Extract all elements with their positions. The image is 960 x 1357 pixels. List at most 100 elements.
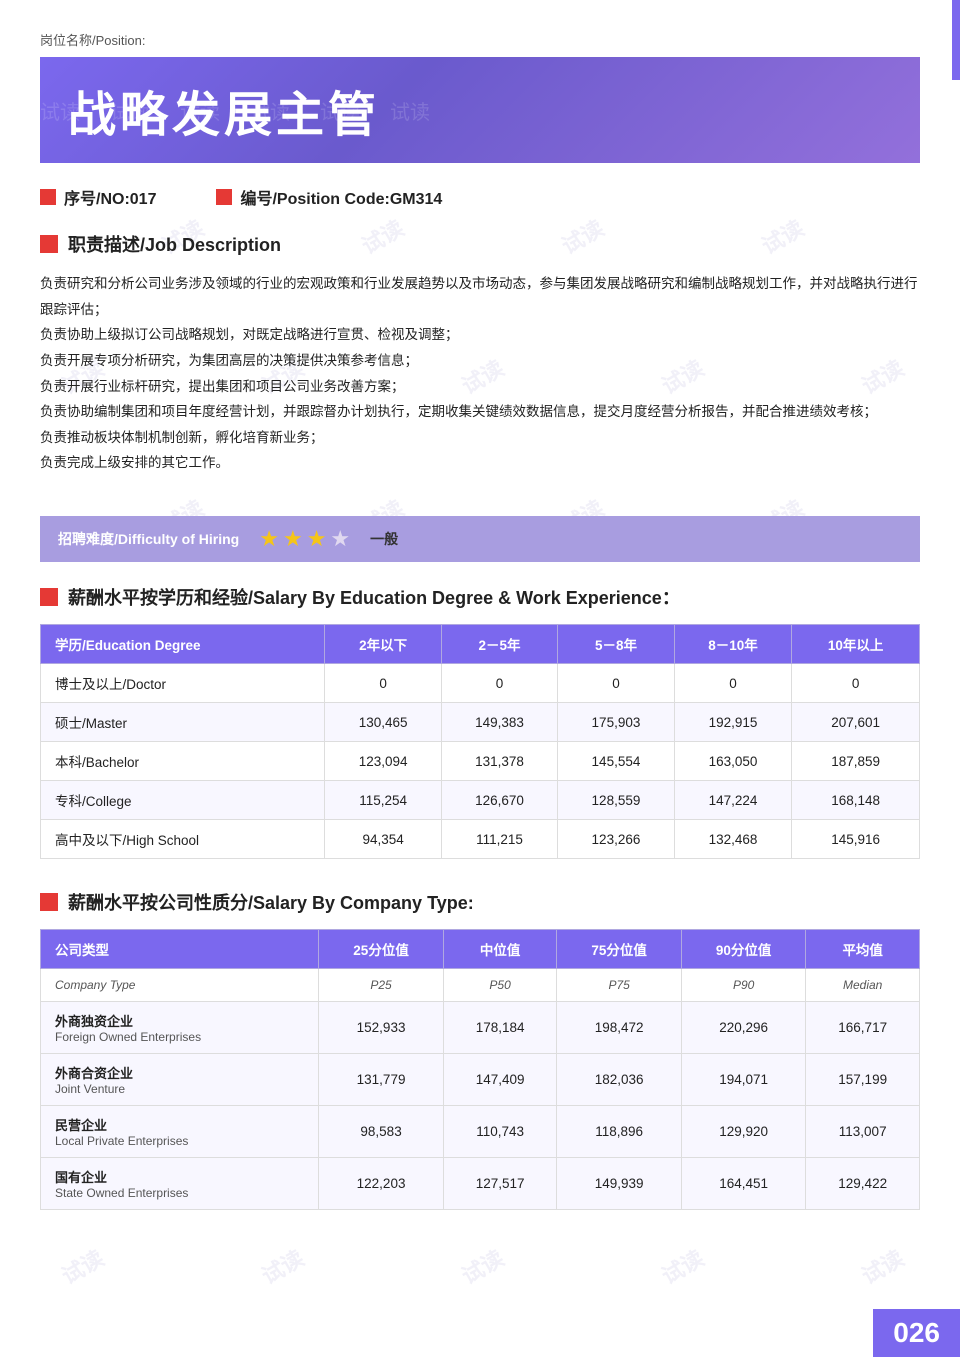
position-label: 岗位名称/Position:: [40, 30, 920, 49]
table-cell: 149,383: [441, 703, 557, 742]
table-cell: 123,094: [325, 742, 441, 781]
salary-edu-header: 薪酬水平按学历和经验/Salary By Education Degree & …: [40, 584, 920, 610]
table-cell: 126,670: [441, 781, 557, 820]
edu-table-header: 5－8年: [558, 625, 674, 664]
salary-company-header: 薪酬水平按公司性质分/Salary By Company Type:: [40, 889, 920, 915]
table-cell: 115,254: [325, 781, 441, 820]
edu-table-header: 2－5年: [441, 625, 557, 664]
table-cell: 168,148: [792, 781, 920, 820]
table-cell: 163,050: [674, 742, 792, 781]
position-no: 序号/NO:017: [40, 185, 156, 209]
table-cell: 175,903: [558, 703, 674, 742]
job-description: 负责研究和分析公司业务涉及领域的行业的宏观政策和行业发展趋势以及市场动态，参与集…: [40, 271, 920, 476]
table-cell: 123,266: [558, 820, 674, 859]
table-cell: 152,933: [319, 1002, 444, 1054]
table-cell: 0: [674, 664, 792, 703]
job-desc-title: 职责描述/Job Description: [68, 231, 281, 257]
table-cell: 113,007: [806, 1106, 920, 1158]
table-subheader-cell: P75: [557, 969, 682, 1002]
company-name-cell: 外商独资企业Foreign Owned Enterprises: [41, 1002, 319, 1054]
company-table-header: 平均值: [806, 930, 920, 969]
job-desc-header: 职责描述/Job Description: [40, 231, 920, 257]
difficulty-bar: 招聘难度/Difficulty of Hiring ★ ★ ★ ★ 一般: [40, 516, 920, 562]
table-cell: 高中及以下/High School: [41, 820, 325, 859]
edu-salary-table: 学历/Education Degree2年以下2－5年5－8年8－10年10年以…: [40, 624, 920, 859]
page-number: 026: [873, 1309, 960, 1357]
table-row: 外商合资企业Joint Venture131,779147,409182,036…: [41, 1054, 920, 1106]
table-cell: 127,517: [443, 1158, 557, 1210]
table-cell: 128,559: [558, 781, 674, 820]
company-table-header: 25分位值: [319, 930, 444, 969]
salary-company-title: 薪酬水平按公司性质分/Salary By Company Type:: [68, 889, 474, 915]
table-cell: 147,224: [674, 781, 792, 820]
red-square-company: [40, 893, 58, 911]
red-square-no: [40, 189, 56, 205]
table-cell: 0: [325, 664, 441, 703]
job-desc-line: 负责协助上级拟订公司战略规划，对既定战略进行宣贯、检视及调整；: [40, 322, 920, 348]
table-row: 高中及以下/High School94,354111,215123,266132…: [41, 820, 920, 859]
table-cell: 111,215: [441, 820, 557, 859]
table-row: 外商独资企业Foreign Owned Enterprises152,93317…: [41, 1002, 920, 1054]
table-row: 国有企业State Owned Enterprises122,203127,51…: [41, 1158, 920, 1210]
table-cell: 166,717: [806, 1002, 920, 1054]
company-table-header: 90分位值: [681, 930, 806, 969]
table-row: 本科/Bachelor123,094131,378145,554163,0501…: [41, 742, 920, 781]
red-square-jd: [40, 235, 58, 253]
table-cell: 149,939: [557, 1158, 682, 1210]
difficulty-label: 招聘难度/Difficulty of Hiring: [58, 529, 239, 549]
table-cell: 192,915: [674, 703, 792, 742]
table-cell: 131,779: [319, 1054, 444, 1106]
table-cell: 110,743: [443, 1106, 557, 1158]
table-cell: 207,601: [792, 703, 920, 742]
table-cell: 118,896: [557, 1106, 682, 1158]
table-cell: 147,409: [443, 1054, 557, 1106]
table-cell: 硕士/Master: [41, 703, 325, 742]
table-cell: 220,296: [681, 1002, 806, 1054]
table-cell: 164,451: [681, 1158, 806, 1210]
table-subheader-cell: P90: [681, 969, 806, 1002]
edu-table-header: 学历/Education Degree: [41, 625, 325, 664]
table-cell: 129,422: [806, 1158, 920, 1210]
table-row: 博士及以上/Doctor00000: [41, 664, 920, 703]
salary-edu-title: 薪酬水平按学历和经验/Salary By Education Degree & …: [68, 584, 680, 610]
table-cell: 145,554: [558, 742, 674, 781]
table-cell: 130,465: [325, 703, 441, 742]
job-desc-line: 负责协助编制集团和项目年度经营计划，并跟踪督办计划执行，定期收集关键绩效数据信息…: [40, 399, 920, 425]
edu-table-header: 8－10年: [674, 625, 792, 664]
star-3: ★: [307, 526, 327, 552]
salary-edu-section: 薪酬水平按学历和经验/Salary By Education Degree & …: [40, 584, 920, 859]
table-cell: 131,378: [441, 742, 557, 781]
position-code: 编号/Position Code:GM314: [216, 185, 442, 209]
table-subheader-cell: P25: [319, 969, 444, 1002]
stars-rating: ★ ★ ★ ★: [259, 526, 350, 552]
star-2: ★: [283, 526, 303, 552]
red-square-edu: [40, 588, 58, 606]
table-cell: 0: [558, 664, 674, 703]
table-row: 硕士/Master130,465149,383175,903192,915207…: [41, 703, 920, 742]
table-cell: 94,354: [325, 820, 441, 859]
table-cell: 132,468: [674, 820, 792, 859]
star-1: ★: [259, 526, 279, 552]
table-row: 专科/College115,254126,670128,559147,22416…: [41, 781, 920, 820]
table-cell: 198,472: [557, 1002, 682, 1054]
table-cell: 157,199: [806, 1054, 920, 1106]
table-cell: 145,916: [792, 820, 920, 859]
company-table-header: 公司类型: [41, 930, 319, 969]
company-name-cell: 民营企业Local Private Enterprises: [41, 1106, 319, 1158]
table-cell: 187,859: [792, 742, 920, 781]
company-name-cell: 外商合资企业Joint Venture: [41, 1054, 319, 1106]
table-cell: 98,583: [319, 1106, 444, 1158]
star-4: ★: [330, 526, 350, 552]
difficulty-text: 一般: [370, 529, 398, 549]
company-table-header: 中位值: [443, 930, 557, 969]
job-desc-line: 负责推动板块体制机制创新，孵化培育新业务；: [40, 425, 920, 451]
page-title: 战略发展主管: [68, 75, 892, 145]
table-cell: 博士及以上/Doctor: [41, 664, 325, 703]
salary-company-section: 薪酬水平按公司性质分/Salary By Company Type: 公司类型2…: [40, 889, 920, 1210]
info-row: 序号/NO:017 编号/Position Code:GM314: [40, 185, 920, 209]
table-subheader-cell: Median: [806, 969, 920, 1002]
table-subheader-cell: Company Type: [41, 969, 319, 1002]
table-cell: 178,184: [443, 1002, 557, 1054]
red-square-code: [216, 189, 232, 205]
table-cell: 0: [441, 664, 557, 703]
